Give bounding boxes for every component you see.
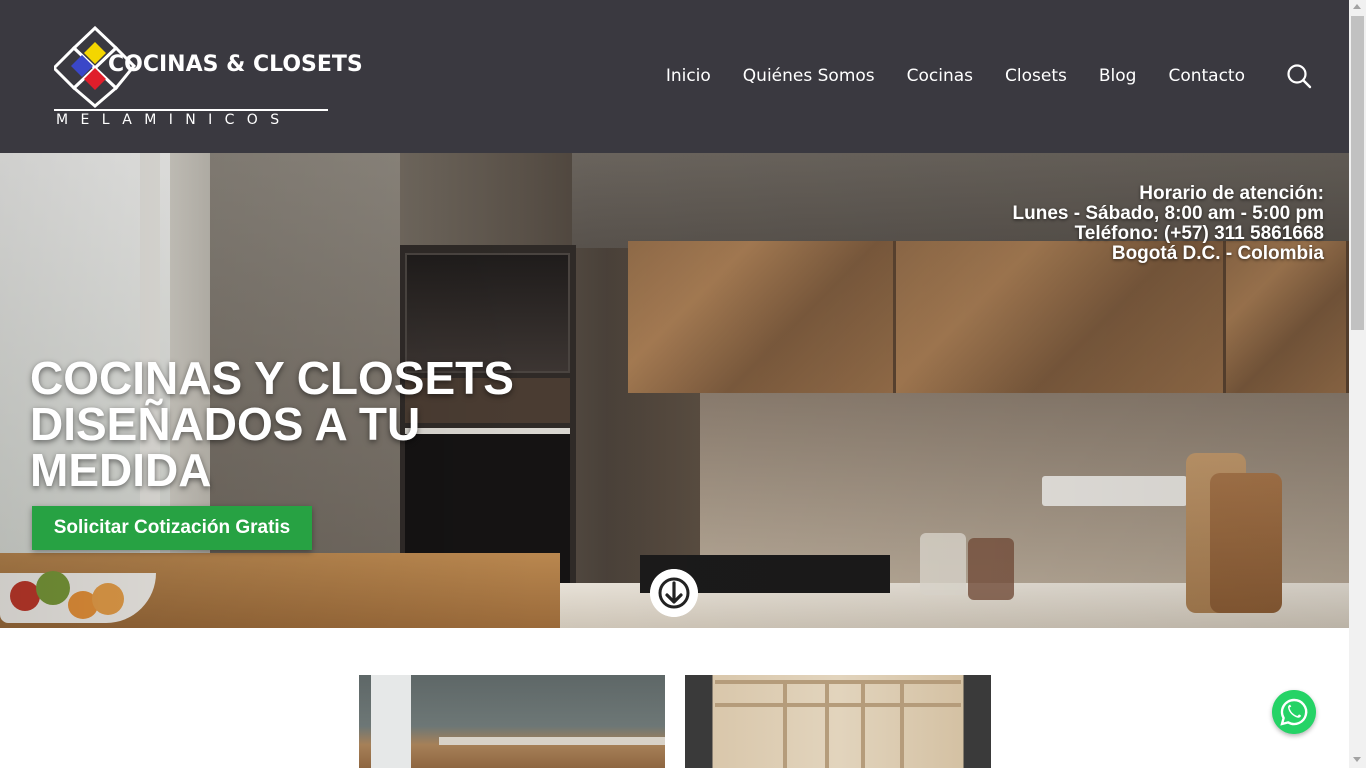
- logo-title: COCINAS & CLOSETS: [108, 52, 363, 77]
- scroll-up-icon[interactable]: [1353, 4, 1361, 9]
- nav-item-cocinas[interactable]: Cocinas: [907, 66, 973, 86]
- logo-divider: [54, 109, 328, 111]
- closet-card-shelf: [715, 680, 961, 684]
- closet-card-divider: [900, 680, 904, 768]
- hero-title-line: DISEÑADOS A TU: [30, 398, 421, 450]
- kitchen-card-fridge: [371, 675, 411, 768]
- nav-item-blog[interactable]: Blog: [1099, 66, 1137, 86]
- hours-schedule: Lunes - Sábado, 8:00 am - 5:00 pm: [1012, 203, 1324, 224]
- scrollbar-thumb[interactable]: [1351, 16, 1364, 330]
- hours-phone: Teléfono: (+57) 311 5861668: [1074, 223, 1324, 244]
- main-nav: Inicio Quiénes Somos Cocinas Closets Blo…: [666, 66, 1245, 86]
- nav-item-quienes-somos[interactable]: Quiénes Somos: [743, 66, 875, 86]
- site-header: COCINAS & CLOSETS MELAMINICOS Inicio Qui…: [0, 0, 1349, 153]
- hero-title-line: MEDIDA: [30, 444, 212, 496]
- closet-card-divider: [861, 680, 865, 768]
- site-logo[interactable]: COCINAS & CLOSETS MELAMINICOS: [54, 26, 363, 130]
- kitchen-card-counter: [439, 737, 665, 745]
- hero-banner: Horario de atención: Lunes - Sábado, 8:0…: [0, 153, 1349, 628]
- hero-title-line: COCINAS Y CLOSETS: [30, 352, 514, 404]
- request-quote-button[interactable]: Solicitar Cotización Gratis: [32, 506, 312, 550]
- nav-item-inicio[interactable]: Inicio: [666, 66, 711, 86]
- whatsapp-icon[interactable]: [1272, 690, 1316, 734]
- hours-location: Bogotá D.C. - Colombia: [1111, 243, 1324, 264]
- closet-category-card[interactable]: [685, 675, 991, 768]
- search-icon[interactable]: [1286, 63, 1312, 89]
- closet-card-shelf: [715, 703, 961, 707]
- business-hours: Horario de atención: Lunes - Sábado, 8:0…: [1013, 184, 1324, 264]
- kitchen-category-card[interactable]: [359, 675, 665, 768]
- logo-subtitle: MELAMINICOS: [56, 112, 292, 128]
- nav-item-contacto[interactable]: Contacto: [1168, 66, 1245, 86]
- page: COCINAS & CLOSETS MELAMINICOS Inicio Qui…: [0, 0, 1366, 768]
- scroll-down-icon[interactable]: [1353, 757, 1361, 762]
- hero-title: COCINAS Y CLOSETS DISEÑADOS A TU MEDIDA: [30, 355, 550, 493]
- hours-label: Horario de atención:: [1139, 183, 1324, 204]
- nav-item-closets[interactable]: Closets: [1005, 66, 1067, 86]
- closet-card-divider: [783, 680, 787, 768]
- arrow-down-circle-icon[interactable]: [650, 569, 698, 617]
- closet-card-divider: [825, 680, 829, 768]
